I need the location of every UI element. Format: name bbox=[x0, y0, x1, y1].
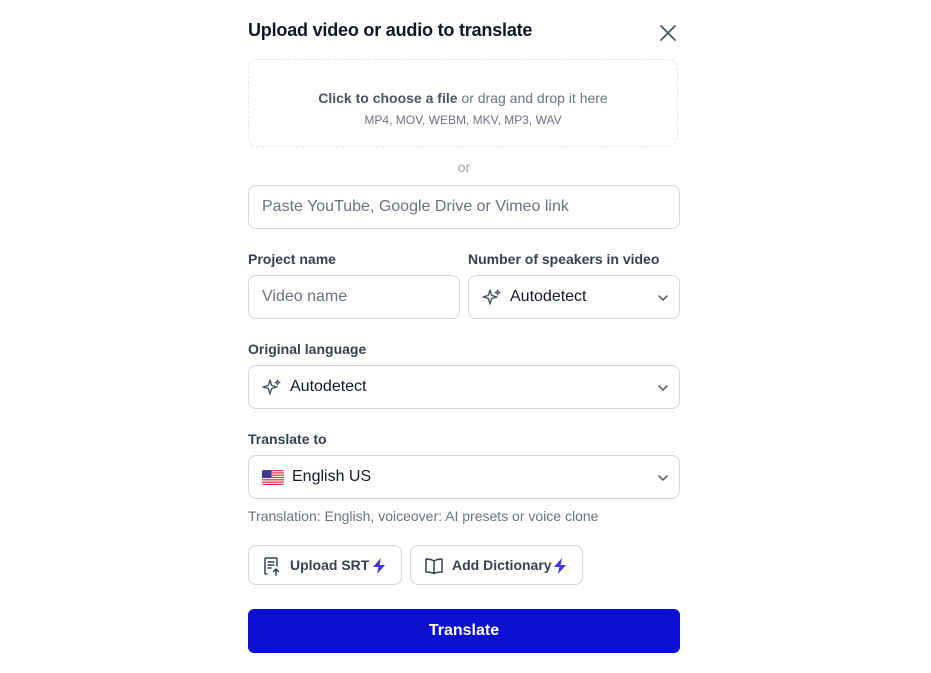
upload-srt-button[interactable]: Upload SRT bbox=[248, 545, 402, 585]
translate-to-label: Translate to bbox=[248, 431, 327, 447]
project-name-label: Project name bbox=[248, 251, 336, 267]
book-open-icon bbox=[425, 558, 443, 575]
speakers-select[interactable]: Autodetect bbox=[468, 275, 680, 319]
supported-formats: MP4, MOV, WEBM, MKV, MP3, WAV bbox=[364, 113, 562, 127]
add-dictionary-label: Add Dictionary bbox=[452, 557, 552, 573]
choose-file-link[interactable]: Click to choose a file bbox=[318, 90, 457, 106]
upload-dialog: Upload video or audio to translate Click… bbox=[230, 0, 698, 673]
us-flag-icon bbox=[262, 470, 284, 485]
drag-drop-text: or drag and drop it here bbox=[457, 90, 608, 106]
bolt-icon bbox=[373, 558, 385, 574]
sparkles-icon bbox=[262, 379, 281, 395]
target-language-value: English US bbox=[292, 468, 372, 485]
chevron-down-icon bbox=[658, 475, 668, 481]
bolt-icon bbox=[554, 558, 566, 574]
upload-srt-label: Upload SRT bbox=[290, 557, 370, 573]
chevron-down-icon bbox=[658, 385, 668, 391]
target-language-select[interactable]: English US bbox=[248, 455, 680, 499]
project-name-input[interactable] bbox=[248, 275, 460, 319]
speakers-value: Autodetect bbox=[510, 288, 587, 305]
dialog-title: Upload video or audio to translate bbox=[248, 20, 533, 40]
or-divider: or bbox=[457, 159, 471, 175]
video-link-input[interactable] bbox=[248, 185, 680, 229]
close-button[interactable] bbox=[658, 23, 678, 43]
add-dictionary-button[interactable]: Add Dictionary bbox=[410, 545, 583, 585]
original-language-select[interactable]: Autodetect bbox=[248, 365, 680, 409]
original-language-value: Autodetect bbox=[290, 378, 367, 395]
translation-hint: Translation: English, voiceover: AI pres… bbox=[248, 508, 599, 524]
sparkles-icon bbox=[482, 289, 501, 305]
dropzone-instructions: Click to choose a file or drag and drop … bbox=[249, 90, 677, 106]
document-upload-icon bbox=[264, 557, 280, 576]
close-icon bbox=[660, 25, 676, 41]
translate-button[interactable]: Translate bbox=[248, 609, 680, 653]
speakers-label: Number of speakers in video bbox=[468, 251, 660, 267]
chevron-down-icon bbox=[658, 295, 668, 301]
file-dropzone[interactable]: Click to choose a file or drag and drop … bbox=[248, 59, 678, 147]
original-language-label: Original language bbox=[248, 341, 367, 357]
